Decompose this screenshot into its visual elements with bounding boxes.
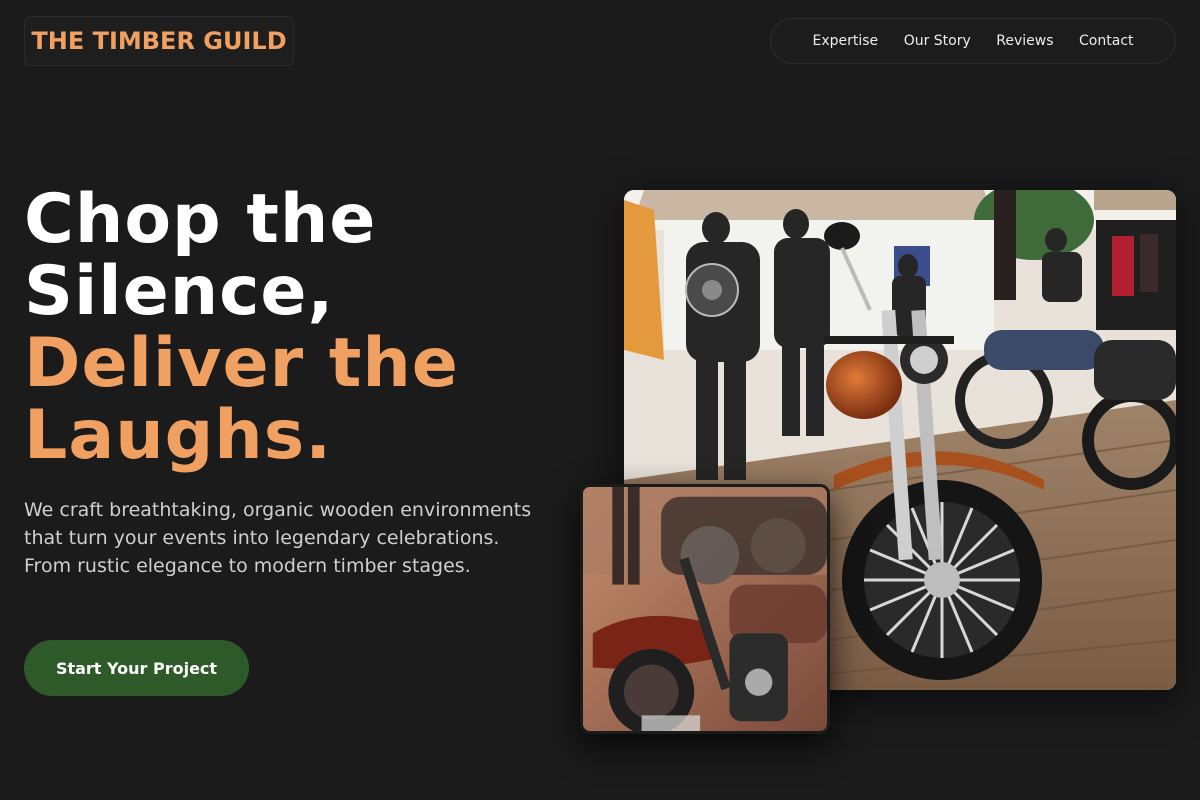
hero-description: We craft breathtaking, organic wooden en… [24,499,532,577]
inset-photo-motorcycles [580,484,830,734]
nav-link-reviews[interactable]: Reviews [996,33,1053,49]
start-project-button[interactable]: Start Your Project [24,640,249,696]
nav-link-expertise[interactable]: Expertise [813,33,879,49]
nav-link-our-story[interactable]: Our Story [904,33,971,49]
hero-headline: Chop the Silence, Deliver the Laughs. [24,184,459,472]
headline-line-3: Deliver the [24,324,459,403]
headline-line-1: Chop the [24,180,377,259]
brand-logo[interactable]: THE TIMBER GUILD [24,16,294,66]
motorcycle-row-image [583,487,827,731]
brand-name: THE TIMBER GUILD [31,27,287,55]
main-nav: Expertise Our Story Reviews Contact [770,18,1176,64]
nav-link-contact[interactable]: Contact [1079,33,1133,49]
headline-line-2: Silence, [24,252,335,331]
headline-line-4: Laughs. [24,396,333,475]
